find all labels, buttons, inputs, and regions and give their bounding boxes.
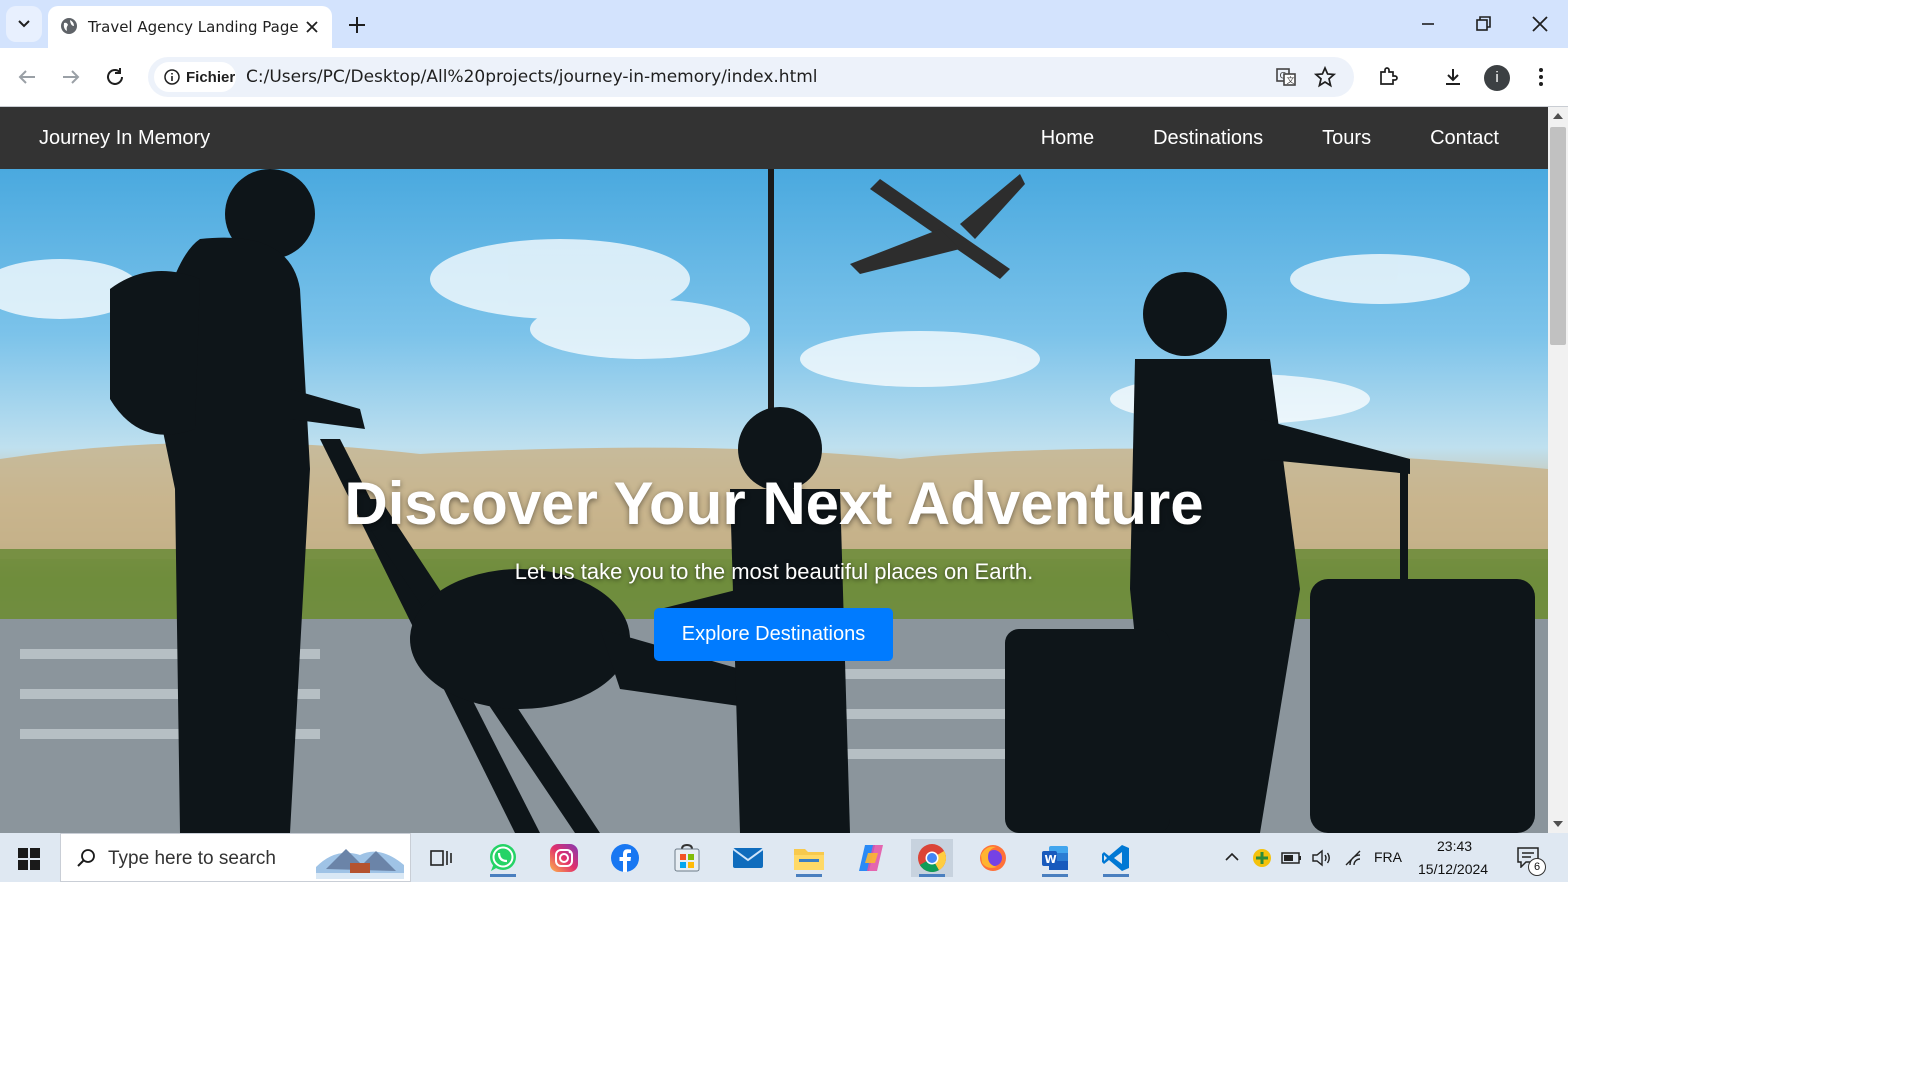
wifi-icon[interactable] xyxy=(1343,848,1363,868)
hero-subtitle: Let us take you to the most beautiful pl… xyxy=(514,559,1034,584)
info-icon xyxy=(164,69,180,85)
translate-icon[interactable]: G文 xyxy=(1274,65,1298,89)
mail-button[interactable] xyxy=(727,839,769,877)
folder-icon xyxy=(794,849,824,870)
nav-tours-link[interactable]: Tours xyxy=(1322,127,1371,150)
tab-title: Travel Agency Landing Page xyxy=(88,18,299,36)
chip-label: Fichier xyxy=(186,69,236,86)
facebook-button[interactable] xyxy=(604,839,646,877)
page-viewport: Journey In Memory Home Destinations Tour… xyxy=(0,107,1548,833)
file-explorer-button[interactable] xyxy=(788,839,830,877)
task-view-button[interactable] xyxy=(420,839,462,877)
extensions-icon[interactable] xyxy=(1376,65,1400,89)
profile-avatar[interactable]: i xyxy=(1484,65,1510,91)
windows-start-icon[interactable] xyxy=(18,848,40,870)
svg-text:文: 文 xyxy=(1287,75,1295,85)
taskbar-search-box[interactable]: Type here to search xyxy=(60,833,411,882)
whatsapp-icon xyxy=(490,844,516,871)
site-nav-links: Home Destinations Tours Contact xyxy=(1041,127,1499,150)
bookmark-star-icon[interactable] xyxy=(1313,65,1337,89)
site-brand[interactable]: Journey In Memory xyxy=(39,127,210,150)
firefox-button[interactable] xyxy=(972,839,1014,877)
search-highlight-image xyxy=(316,849,404,879)
microsoft-store-icon xyxy=(674,843,700,872)
windows-taskbar: Type here to search W FRA 23:43 15/12/20… xyxy=(0,833,1568,882)
mail-icon xyxy=(732,848,764,868)
browser-tab[interactable]: Travel Agency Landing Page xyxy=(48,6,332,48)
firefox-icon xyxy=(980,845,1006,871)
browser-toolbar: Fichier C:/Users/PC/Desktop/All%20projec… xyxy=(0,48,1568,136)
more-menu-icon[interactable] xyxy=(1529,65,1553,89)
search-placeholder: Type here to search xyxy=(108,848,276,869)
nav-destinations-link[interactable]: Destinations xyxy=(1153,127,1263,150)
clock-time[interactable]: 23:43 xyxy=(1437,838,1472,854)
volume-icon[interactable] xyxy=(1311,848,1333,868)
clock-date[interactable]: 15/12/2024 xyxy=(1418,861,1488,877)
forward-icon[interactable] xyxy=(59,65,83,89)
close-icon[interactable] xyxy=(302,17,322,37)
chrome-icon xyxy=(918,844,946,872)
site-navbar: Journey In Memory Home Destinations Tour… xyxy=(0,107,1548,169)
copilot-button[interactable] xyxy=(850,839,892,877)
battery-icon[interactable] xyxy=(1281,849,1303,867)
chevron-down-icon xyxy=(18,20,30,28)
show-hidden-icons-icon[interactable] xyxy=(1224,850,1240,864)
nav-home-link[interactable]: Home xyxy=(1041,127,1094,150)
url-text[interactable]: C:/Users/PC/Desktop/All%20projects/journ… xyxy=(246,67,818,87)
restore-icon[interactable] xyxy=(1471,12,1495,36)
back-icon[interactable] xyxy=(15,65,39,89)
explore-destinations-button[interactable]: Explore Destinations xyxy=(654,608,893,661)
close-window-icon[interactable] xyxy=(1528,12,1552,36)
vscode-button[interactable] xyxy=(1095,839,1137,877)
language-indicator[interactable]: FRA xyxy=(1374,849,1402,865)
running-indicator xyxy=(1042,874,1068,877)
running-indicator xyxy=(490,874,516,877)
copilot-icon xyxy=(859,845,883,871)
address-bar[interactable]: Fichier C:/Users/PC/Desktop/All%20projec… xyxy=(148,57,1354,97)
chrome-button[interactable] xyxy=(911,839,953,877)
tab-search-button[interactable] xyxy=(6,6,42,42)
instagram-button[interactable] xyxy=(543,839,585,877)
word-icon: W xyxy=(1042,846,1068,870)
vscode-icon xyxy=(1102,845,1129,871)
svg-text:W: W xyxy=(1045,853,1057,866)
running-indicator xyxy=(1103,874,1129,877)
nav-contact-link[interactable]: Contact xyxy=(1430,127,1499,150)
minimize-icon[interactable] xyxy=(1416,12,1440,36)
globe-icon xyxy=(61,18,77,34)
scroll-down-arrow-icon[interactable] xyxy=(1553,821,1563,827)
scroll-up-arrow-icon[interactable] xyxy=(1553,113,1563,119)
task-view-icon xyxy=(430,850,452,866)
facebook-icon xyxy=(611,844,639,872)
download-icon[interactable] xyxy=(1441,65,1465,89)
reload-icon[interactable] xyxy=(103,65,127,89)
new-tab-icon[interactable] xyxy=(346,14,368,36)
running-indicator xyxy=(919,874,945,877)
running-indicator xyxy=(796,874,822,877)
notification-count-badge: 6 xyxy=(1528,858,1546,876)
tab-strip: Travel Agency Landing Page xyxy=(0,0,1568,48)
scroll-thumb[interactable] xyxy=(1550,127,1566,345)
security-shield-icon[interactable] xyxy=(1252,848,1272,868)
word-button[interactable]: W xyxy=(1034,839,1076,877)
microsoft-store-button[interactable] xyxy=(666,839,708,877)
whatsapp-button[interactable] xyxy=(482,839,524,877)
hero-section: Discover Your Next Adventure Let us take… xyxy=(0,169,1548,833)
page-scrollbar[interactable] xyxy=(1548,107,1568,833)
hero-title: Discover Your Next Adventure xyxy=(344,470,1204,537)
instagram-icon xyxy=(550,844,578,872)
search-icon xyxy=(77,849,95,867)
